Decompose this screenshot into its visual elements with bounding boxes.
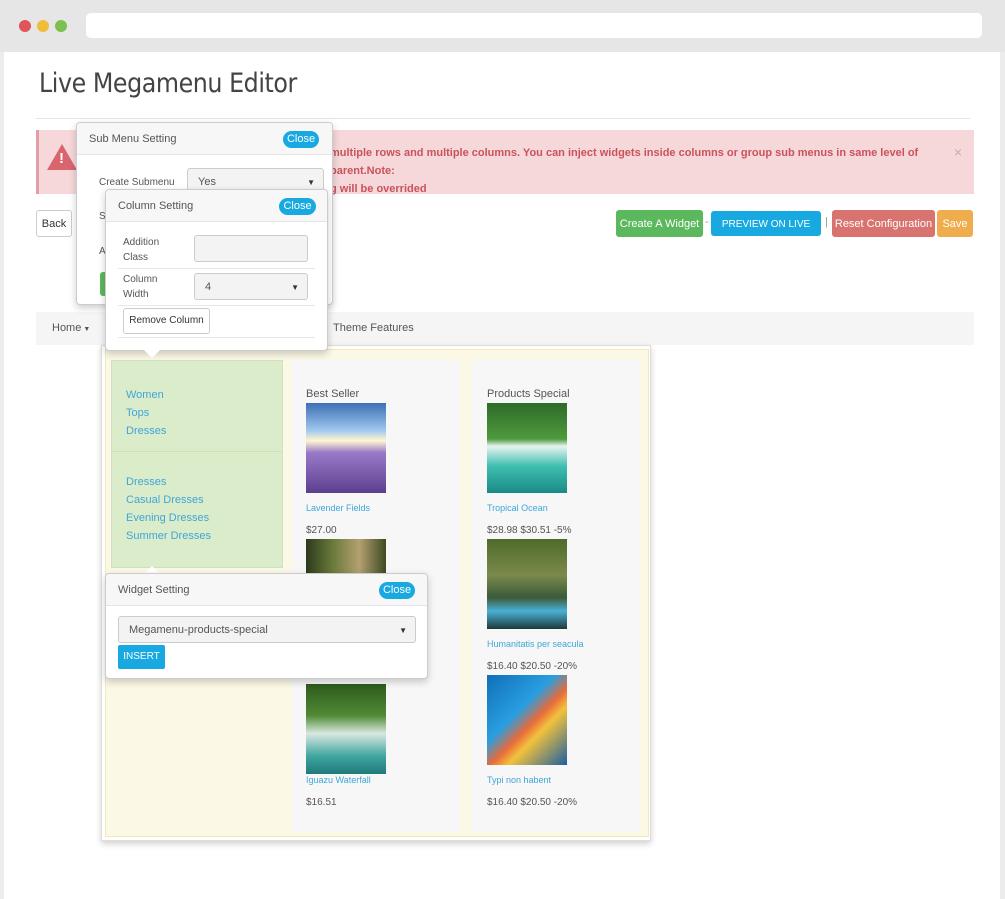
product-image[interactable]	[487, 675, 567, 765]
product-name[interactable]: Humanitatis per seacula	[487, 639, 584, 649]
column-width-value: 4	[205, 281, 212, 293]
close-button[interactable]: Close	[279, 198, 316, 215]
toolbar-separator: |	[825, 216, 828, 228]
reset-configuration-button[interactable]: Reset Configuration	[832, 210, 935, 237]
best-seller-title: Best Seller	[306, 388, 360, 400]
create-widget-button[interactable]: Create A Widget	[616, 210, 703, 237]
minimize-window-dot[interactable]	[37, 20, 49, 32]
label-line: Width	[123, 289, 149, 300]
widget-select-value: Megamenu-products-special	[129, 624, 268, 636]
column-width-select[interactable]: 4 ▼	[194, 273, 308, 300]
label-line: Class	[123, 252, 149, 263]
alert-close-button[interactable]: ×	[954, 144, 962, 160]
label-line: Column	[123, 274, 158, 285]
menu-link[interactable]: Summer Dresses	[126, 530, 211, 542]
product-image[interactable]	[306, 403, 386, 493]
remove-column-button[interactable]: Remove Column	[123, 308, 210, 334]
close-button[interactable]: Close	[283, 131, 319, 148]
close-button[interactable]: Close	[379, 582, 415, 599]
caret-down-icon: ▼	[291, 283, 299, 292]
product-price: $28.98 $30.51 -5%	[487, 525, 572, 536]
products-special-column[interactable]: Products Special Tropical Ocean $28.98 $…	[472, 360, 640, 832]
menu-link[interactable]: Women	[126, 389, 164, 401]
menu-link[interactable]: Casual Dresses	[126, 494, 204, 506]
product-image[interactable]	[487, 403, 567, 493]
insert-button[interactable]: INSERT	[118, 645, 165, 669]
column-setting-popup: Column Setting Close Addition Class Colum…	[105, 189, 328, 351]
addition-class-input[interactable]	[194, 235, 308, 262]
address-bar[interactable]	[86, 13, 982, 38]
popup-title: Column Setting	[118, 200, 194, 212]
back-button[interactable]: Back	[36, 210, 72, 237]
product-price: $16.51	[306, 797, 337, 808]
menu-link[interactable]: Dresses	[126, 476, 166, 488]
widget-setting-popup: Widget Setting Close Megamenu-products-s…	[105, 573, 428, 679]
save-button[interactable]: Save	[937, 210, 973, 237]
nav-item-home[interactable]: Home ▼	[52, 322, 90, 334]
menu-link[interactable]: Evening Dresses	[126, 512, 209, 524]
popup-pointer	[144, 350, 160, 358]
product-image[interactable]	[487, 539, 567, 629]
product-price: $16.40 $20.50 -20%	[487, 661, 578, 672]
caret-down-icon: ▼	[83, 326, 91, 333]
title-divider	[36, 118, 970, 119]
row-divider	[118, 268, 315, 269]
toolbar-separator: -	[705, 216, 709, 228]
create-submenu-label: Create Submenu	[99, 177, 175, 188]
products-special-title: Products Special	[487, 388, 570, 400]
menu-link[interactable]: Dresses	[126, 425, 166, 437]
product-name[interactable]: Typi non habent	[487, 775, 551, 785]
popup-title: Widget Setting	[118, 584, 190, 596]
column-width-label: Column Width	[123, 272, 157, 302]
caret-down-icon: ▼	[399, 626, 407, 635]
page-title: Live Megamenu Editor	[39, 68, 297, 99]
widget-select[interactable]: Megamenu-products-special ▼	[118, 616, 416, 643]
preview-live-site-button[interactable]: PREVIEW ON LIVE SITE	[711, 211, 821, 255]
warning-icon: !	[47, 144, 77, 170]
product-image[interactable]	[306, 684, 386, 774]
label-line: Addition	[123, 237, 160, 248]
row-divider	[118, 305, 315, 306]
nav-home-label: Home	[52, 322, 82, 334]
product-name[interactable]: Lavender Fields	[306, 503, 370, 513]
row-divider	[118, 337, 315, 338]
popup-title: Sub Menu Setting	[89, 133, 177, 145]
maximize-window-dot[interactable]	[55, 20, 67, 32]
product-name[interactable]: Tropical Ocean	[487, 503, 548, 513]
alert-text-line-2: g will be overrided	[330, 183, 427, 195]
browser-chrome	[0, 0, 1005, 52]
addition-class-label: Addition Class	[123, 235, 159, 265]
product-name[interactable]: Iguazu Waterfall	[306, 775, 371, 785]
nav-item-theme-features[interactable]: Theme Features	[333, 322, 414, 334]
group-divider	[112, 451, 282, 452]
create-submenu-value: Yes	[198, 176, 216, 188]
alert-text-line-1: multiple rows and multiple columns. You …	[330, 147, 919, 177]
product-price: $16.40 $20.50 -20%	[487, 797, 578, 808]
menu-link[interactable]: Tops	[126, 407, 149, 419]
submenu-column[interactable]: Women Tops Dresses Dresses Casual Dresse…	[111, 360, 283, 568]
product-price: $27.00	[306, 525, 337, 536]
close-window-dot[interactable]	[19, 20, 31, 32]
